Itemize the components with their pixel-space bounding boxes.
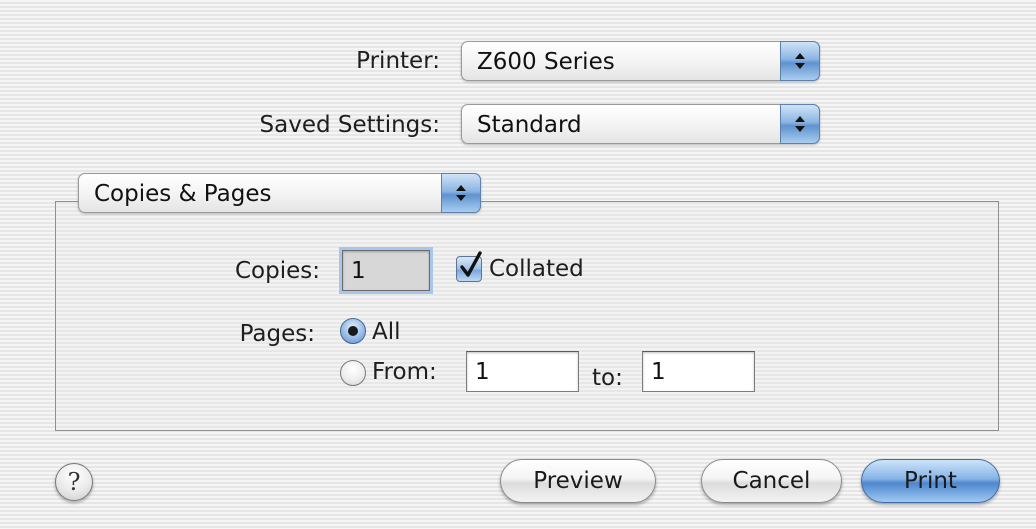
pages-to-label: to: xyxy=(592,365,623,391)
cancel-button-label: Cancel xyxy=(732,468,811,494)
copies-label: Copies: xyxy=(234,258,320,284)
copies-pages-group xyxy=(55,201,999,431)
pages-from-radio[interactable] xyxy=(340,360,366,386)
printer-label: Printer: xyxy=(356,48,440,74)
saved-settings-popup[interactable]: Standard xyxy=(461,104,820,144)
collated-checkbox[interactable] xyxy=(456,251,482,282)
updown-arrows-icon xyxy=(441,173,481,213)
printer-popup-value: Z600 Series xyxy=(477,49,615,75)
pages-label: Pages: xyxy=(239,321,315,347)
checkmark-icon xyxy=(460,251,482,277)
printer-popup[interactable]: Z600 Series xyxy=(461,41,820,81)
help-button[interactable]: ? xyxy=(55,463,93,501)
updown-arrows-icon xyxy=(780,41,820,81)
pages-from-label[interactable]: From: xyxy=(372,358,437,386)
copies-field[interactable] xyxy=(342,250,430,291)
updown-arrows-icon xyxy=(780,104,820,144)
panel-popup-value: Copies & Pages xyxy=(94,181,272,207)
saved-settings-label: Saved Settings: xyxy=(259,112,440,138)
pages-all-label[interactable]: All xyxy=(372,318,401,346)
preview-button-label: Preview xyxy=(533,468,623,494)
pages-to-field[interactable] xyxy=(642,351,755,392)
pages-from-field[interactable] xyxy=(466,351,579,392)
preview-button[interactable]: Preview xyxy=(500,459,656,503)
help-icon: ? xyxy=(67,468,81,496)
panel-popup[interactable]: Copies & Pages xyxy=(78,173,481,213)
radio-selected-dot xyxy=(348,326,358,336)
pages-all-radio[interactable] xyxy=(340,318,366,344)
print-button[interactable]: Print xyxy=(861,459,1000,503)
cancel-button[interactable]: Cancel xyxy=(701,459,842,503)
print-button-label: Print xyxy=(904,468,957,494)
collated-label[interactable]: Collated xyxy=(489,255,584,283)
saved-settings-popup-value: Standard xyxy=(477,112,582,138)
